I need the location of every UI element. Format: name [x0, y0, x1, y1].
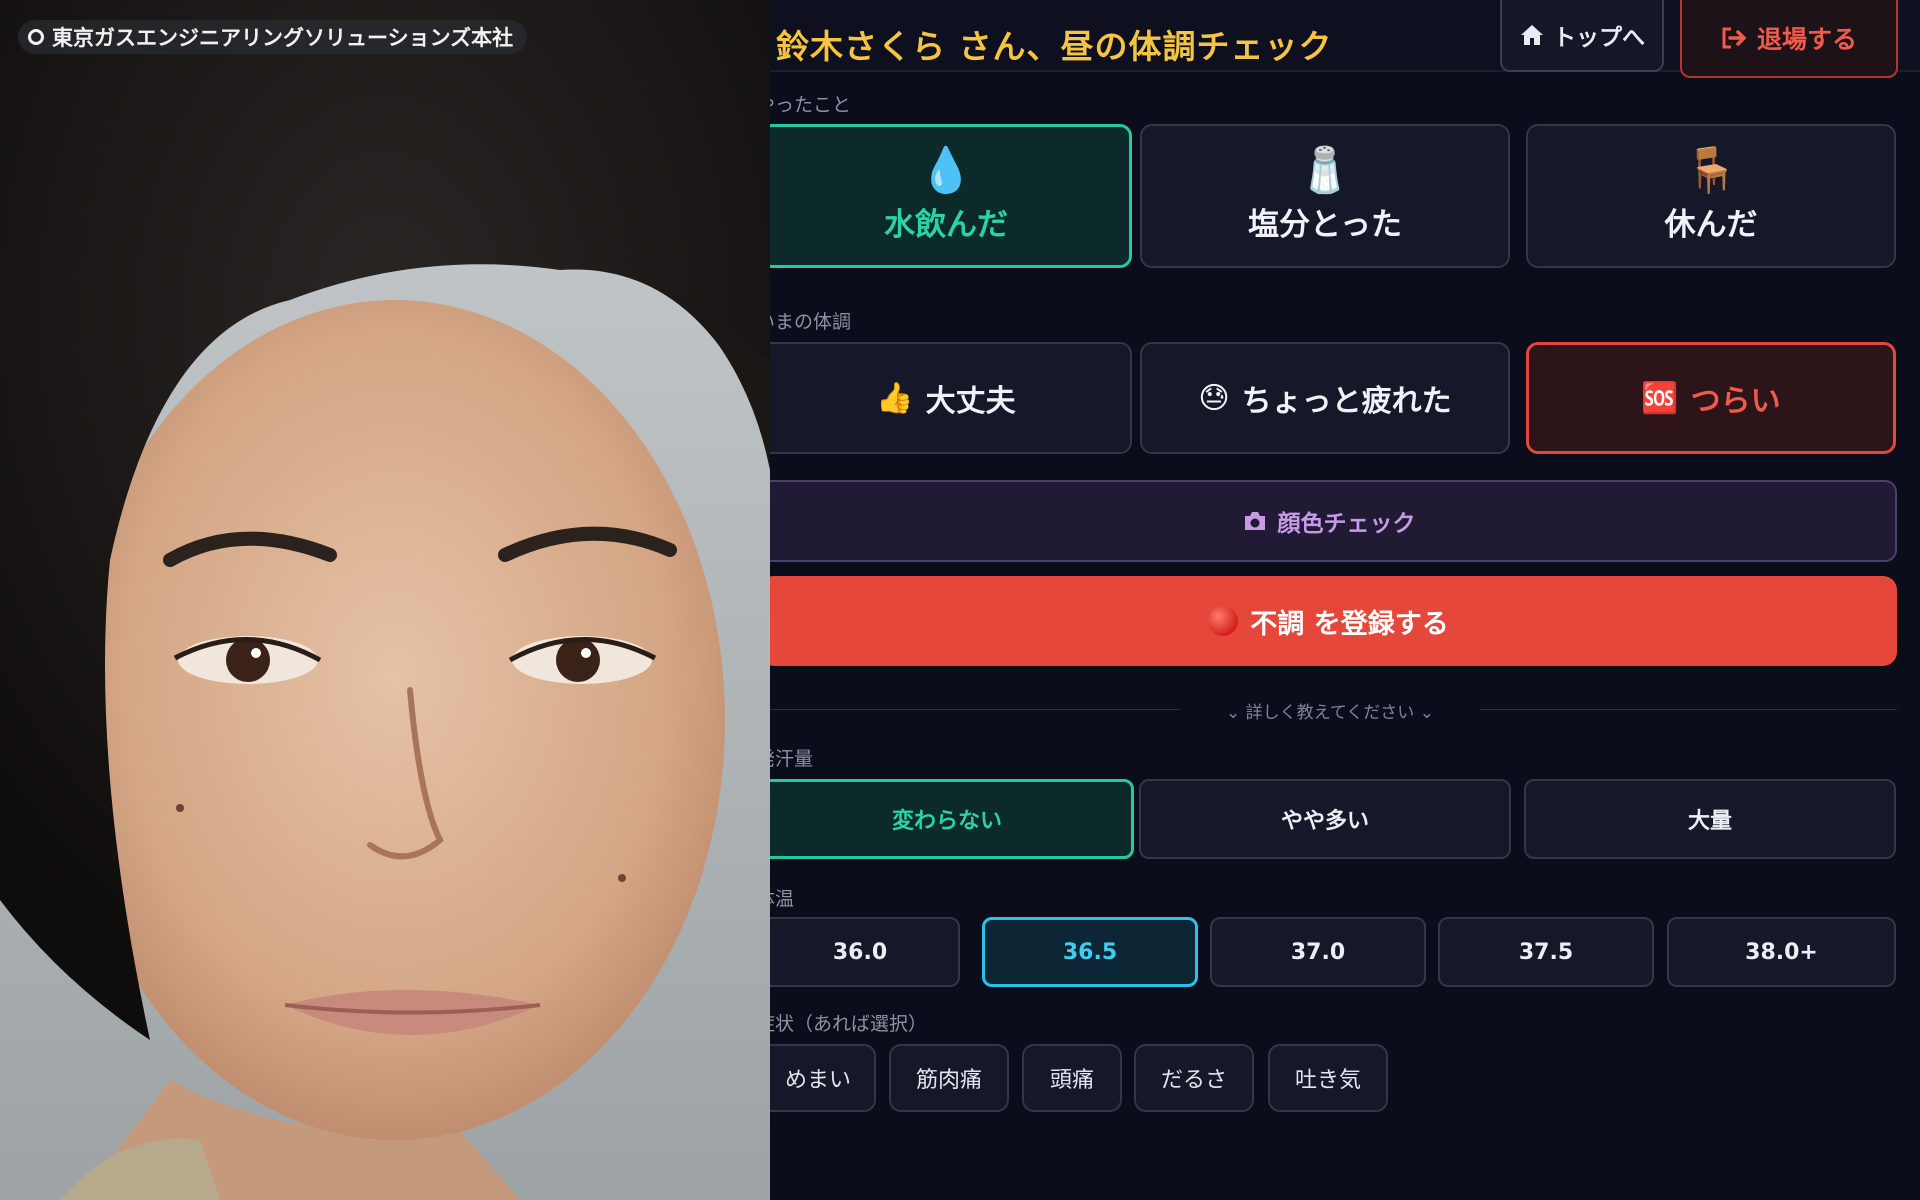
condition-tired-label: ちょっと疲れた: [1241, 384, 1452, 419]
temperature-option-36-5[interactable]: 36.5: [982, 917, 1198, 987]
chevron-down-icon: ⌄: [1226, 703, 1241, 723]
sweat-option-heavy[interactable]: 大量: [1524, 779, 1896, 859]
symptom-chip-nausea[interactable]: 吐き気: [1268, 1044, 1388, 1112]
register-button[interactable]: 不調 を登録する: [770, 576, 1897, 666]
top-button[interactable]: トップへ: [1500, 0, 1664, 72]
camera-feed: 東京ガスエンジニアリングソリューションズ本社: [0, 0, 770, 1200]
health-check-panel: 鈴木さくら さん、昼の体調チェック トップへ 退場する やったこと 💧 水飲んだ…: [770, 0, 1920, 1200]
location-pin-icon: [28, 29, 44, 45]
temperature-option-37-0[interactable]: 37.0: [1210, 917, 1426, 987]
face-photo: [0, 0, 770, 1200]
action-rest-label: 休んだ: [1664, 206, 1758, 243]
symptom-chip-fatigue[interactable]: だるさ: [1134, 1044, 1254, 1112]
details-toggle-label: 詳しく教えてください: [1245, 703, 1415, 723]
condition-ok-label: 大丈夫: [925, 384, 1016, 419]
chevron-down-icon: ⌄: [1419, 703, 1434, 723]
action-water-label: 水飲んだ: [884, 206, 1008, 243]
symptom-chip-headache[interactable]: 頭痛: [1022, 1044, 1122, 1112]
symptom-chip-dizziness[interactable]: めまい: [770, 1044, 876, 1112]
face-check-button[interactable]: 顔色チェック: [770, 480, 1897, 562]
salt-shaker-icon: 🧂: [1297, 144, 1353, 196]
divider-line-left: [770, 709, 1180, 710]
exit-button[interactable]: 退場する: [1680, 0, 1898, 78]
actions-section-label: やったこと: [770, 94, 852, 116]
action-salt-button[interactable]: 🧂 塩分とった: [1140, 124, 1510, 268]
condition-ok-button[interactable]: 👍 大丈夫: [770, 342, 1132, 454]
details-toggle[interactable]: ⌄ 詳しく教えてください ⌄: [1200, 698, 1460, 723]
page-title: 鈴木さくら さん、昼の体調チェック: [776, 27, 1333, 66]
water-drop-icon: 💧: [918, 144, 974, 196]
register-button-label: 不調 を登録する: [1250, 608, 1449, 640]
thumbs-up-icon: 👍: [876, 380, 914, 416]
sign-out-icon: [1722, 27, 1747, 49]
location-text: 東京ガスエンジニアリングソリューションズ本社: [52, 26, 514, 50]
action-rest-button[interactable]: 🪑 休んだ: [1526, 124, 1896, 268]
sweat-section-label: 発汗量: [770, 748, 814, 770]
symptom-chip-muscle-pain[interactable]: 筋肉痛: [889, 1044, 1009, 1112]
chair-icon: 🪑: [1683, 144, 1739, 196]
sweat-option-unchanged[interactable]: 変わらない: [770, 779, 1134, 859]
action-water-button[interactable]: 💧 水飲んだ: [770, 124, 1132, 268]
condition-bad-button[interactable]: 🆘 つらい: [1526, 342, 1896, 454]
details-divider: ⌄ 詳しく教えてください ⌄: [770, 698, 1897, 723]
sos-icon: 🆘: [1641, 380, 1679, 416]
top-button-label: トップへ: [1553, 25, 1645, 51]
sweat-option-slightly-more[interactable]: やや多い: [1139, 779, 1511, 859]
action-salt-label: 塩分とった: [1247, 206, 1403, 243]
symptoms-section-label: 症状（あれば選択）: [770, 1013, 928, 1035]
home-icon: [1521, 25, 1543, 45]
condition-bad-label: つらい: [1690, 384, 1781, 419]
temperature-option-37-5[interactable]: 37.5: [1438, 917, 1654, 987]
camera-icon: [1244, 512, 1265, 530]
temperature-option-36-0[interactable]: 36.0: [770, 917, 960, 987]
location-badge: 東京ガスエンジニアリングソリューションズ本社: [18, 20, 528, 54]
face-check-label: 顔色チェック: [1277, 511, 1416, 537]
exit-button-label: 退場する: [1756, 25, 1857, 54]
condition-section-label: いまの体調: [770, 311, 852, 333]
condition-tired-button[interactable]: 😓 ちょっと疲れた: [1140, 342, 1510, 454]
temperature-section-label: 体温: [770, 888, 795, 910]
temperature-option-38-plus[interactable]: 38.0+: [1667, 917, 1896, 987]
red-circle-icon: [1208, 606, 1239, 636]
tired-face-icon: 😓: [1198, 380, 1230, 416]
divider-line-right: [1480, 709, 1897, 710]
